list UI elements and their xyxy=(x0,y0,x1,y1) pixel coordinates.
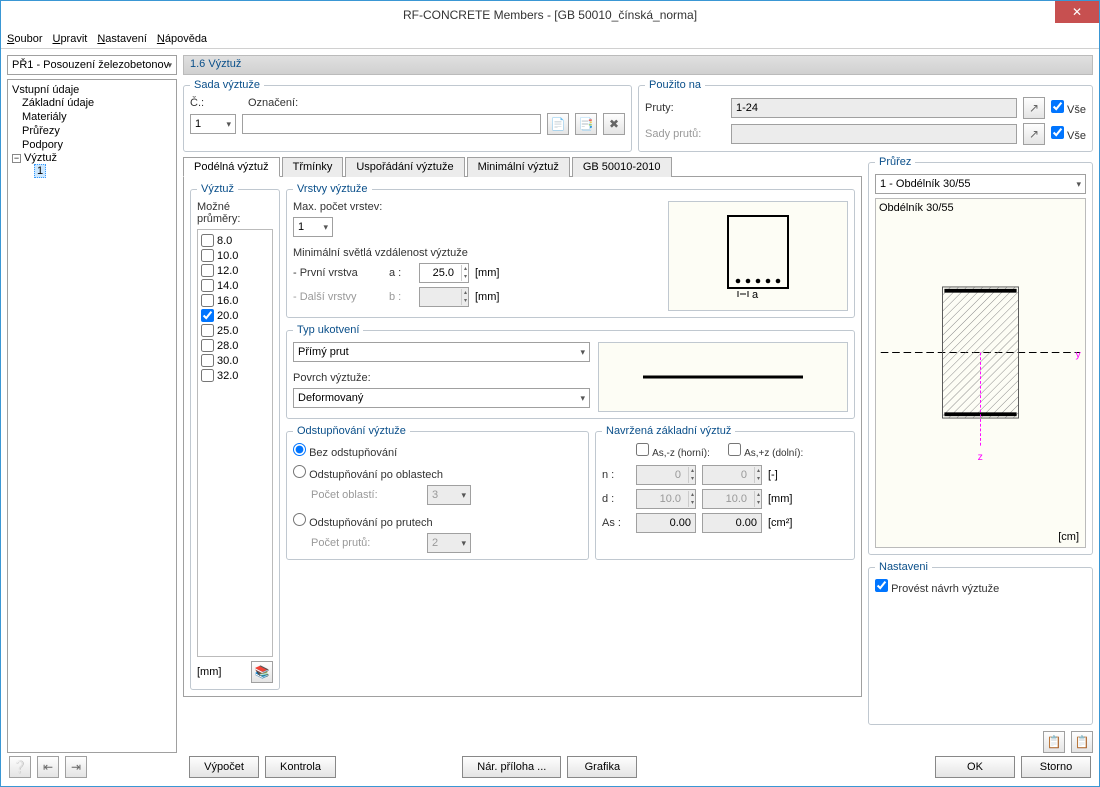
zones-count: 3 xyxy=(427,485,471,505)
menu-edit[interactable]: Upravit xyxy=(52,33,87,45)
tab-layout[interactable]: Uspořádání výztuže xyxy=(345,157,464,177)
copy-icon[interactable]: 📑 xyxy=(575,113,597,135)
applied-to-group: Použito na Pruty: ↗ Vše Sady prutů: ↗ Vš… xyxy=(638,79,1093,152)
diameter-item[interactable]: 28.0 xyxy=(201,338,269,353)
menu-bar: Soubor Upravit Nastavení Nápověda xyxy=(1,29,1099,49)
tree-item[interactable]: −Výztuž xyxy=(12,152,172,164)
members-input xyxy=(731,98,1017,118)
reinforcement-set-group: Sada výztuže Č.: Označení: 1 📄 📑 ✖ xyxy=(183,79,632,152)
svg-text:a: a xyxy=(752,289,759,301)
d-top: 10.0 xyxy=(636,489,696,509)
curt-none-radio[interactable]: Bez odstupňování xyxy=(293,443,397,459)
curtailment-group: Odstupňování výztuže Bez odstupňování Od… xyxy=(286,425,589,560)
ok-button[interactable]: OK xyxy=(935,756,1015,778)
diameters-group: Výztuž Možné průměry: 8.0 10.0 12.0 14.0… xyxy=(190,183,280,690)
members-count: 2 xyxy=(427,533,471,553)
diameter-item[interactable]: 30.0 xyxy=(201,353,269,368)
n-bot: 0 xyxy=(702,465,762,485)
tab-longitudinal[interactable]: Podélná výztuž xyxy=(183,157,280,177)
svg-text:y: y xyxy=(1076,349,1082,360)
n-top: 0 xyxy=(636,465,696,485)
tree-root[interactable]: Vstupní údaje xyxy=(12,84,172,96)
pick-members-icon[interactable]: ↗ xyxy=(1023,97,1045,119)
title-bar: RF-CONCRETE Members - [GB 50010_čínská_n… xyxy=(1,1,1099,29)
all-sets-check[interactable]: Vše xyxy=(1051,126,1086,142)
first-layer-spin[interactable]: 25.0 xyxy=(419,263,469,283)
diameter-item[interactable]: 14.0 xyxy=(201,278,269,293)
prev-icon[interactable]: ⇤ xyxy=(37,756,59,778)
tree-item[interactable]: Průřezy xyxy=(12,124,172,138)
max-layers-combo[interactable]: 1 xyxy=(293,217,333,237)
diameter-item[interactable]: 25.0 xyxy=(201,323,269,338)
anchorage-group: Typ ukotvení Přímý prut Povrch výztuže: … xyxy=(286,324,855,419)
anchorage-diagram xyxy=(598,342,848,412)
layers-diagram: a xyxy=(668,201,848,311)
curt-zones-radio[interactable]: Odstupňování po oblastech xyxy=(293,465,443,481)
paste-settings-icon[interactable]: 📋 xyxy=(1071,731,1093,753)
diameter-item[interactable]: 10.0 xyxy=(201,248,269,263)
cancel-button[interactable]: Storno xyxy=(1021,756,1091,778)
set-number-combo[interactable]: 1 xyxy=(190,114,236,134)
cross-section-group: Průřez 1 - Obdélník 30/55 Obdélník 30/55… xyxy=(868,156,1093,555)
navigator-tree[interactable]: Vstupní údaje Základní údaje Materiály P… xyxy=(7,79,177,753)
tab-code[interactable]: GB 50010-2010 xyxy=(572,157,672,177)
diameter-item[interactable]: 32.0 xyxy=(201,368,269,383)
diameter-item[interactable]: 12.0 xyxy=(201,263,269,278)
as-bot: 0.00 xyxy=(702,513,762,533)
provided-group: Navržená základní výztuž As,-z (horní): … xyxy=(595,425,855,560)
svg-text:z: z xyxy=(978,452,983,463)
tree-item[interactable]: Podpory xyxy=(12,138,172,152)
as-bot-check[interactable]: As,+z (dolní): xyxy=(728,443,814,459)
diameters-list[interactable]: 8.0 10.0 12.0 14.0 16.0 20.0 25.0 28.0 3… xyxy=(197,229,273,657)
settings-group: Nastaveni Provést návrh výztuže xyxy=(868,561,1093,725)
tree-item[interactable]: Základní údaje xyxy=(12,96,172,110)
all-members-check[interactable]: Vše xyxy=(1051,100,1086,116)
annex-button[interactable]: Nár. příloha ... xyxy=(462,756,561,778)
other-layers-spin xyxy=(419,287,469,307)
tab-bar: Podélná výztuž Třmínky Uspořádání výztuž… xyxy=(183,156,862,177)
calc-button[interactable]: Výpočet xyxy=(189,756,259,778)
section-combo[interactable]: 1 - Obdélník 30/55 xyxy=(875,174,1086,194)
menu-help[interactable]: Nápověda xyxy=(157,33,207,45)
diameter-item[interactable]: 16.0 xyxy=(201,293,269,308)
layers-group: Vrstvy výztuže Max. počet vrstev: 1 Mini… xyxy=(286,183,855,318)
diameter-item[interactable]: 8.0 xyxy=(201,233,269,248)
lib-icon[interactable]: 📚 xyxy=(251,661,273,683)
section-preview: Obdélník 30/55 y z [cm] xyxy=(875,198,1086,548)
case-selector[interactable]: PŘ1 - Posouzení železobetonov xyxy=(7,55,177,75)
curt-members-radio[interactable]: Odstupňování po prutech xyxy=(293,513,433,529)
tree-item-selected[interactable]: 1 xyxy=(12,164,172,178)
copy-settings-icon[interactable]: 📋 xyxy=(1043,731,1065,753)
d-bot: 10.0 xyxy=(702,489,762,509)
as-top: 0.00 xyxy=(636,513,696,533)
tree-item[interactable]: Materiály xyxy=(12,110,172,124)
surface-combo[interactable]: Deformovaný xyxy=(293,388,590,408)
help-icon[interactable]: ❔ xyxy=(9,756,31,778)
check-button[interactable]: Kontrola xyxy=(265,756,336,778)
tab-minimum[interactable]: Minimální výztuž xyxy=(467,157,570,177)
do-design-check[interactable]: Provést návrh výztuže xyxy=(875,583,999,595)
page-title: 1.6 Výztuž xyxy=(183,55,1093,75)
anchor-type-combo[interactable]: Přímý prut xyxy=(293,342,590,362)
footer-bar: ❔ ⇤ ⇥ Výpočet Kontrola Nár. příloha ... … xyxy=(9,756,1091,778)
tab-stirrups[interactable]: Třmínky xyxy=(282,157,344,177)
diameter-item[interactable]: 20.0 xyxy=(201,308,269,323)
sets-input xyxy=(731,124,1017,144)
pick-sets-icon[interactable]: ↗ xyxy=(1023,123,1045,145)
new-icon[interactable]: 📄 xyxy=(547,113,569,135)
set-description-input[interactable] xyxy=(242,114,541,134)
delete-icon[interactable]: ✖ xyxy=(603,113,625,135)
menu-file[interactable]: Soubor xyxy=(7,33,42,45)
next-icon[interactable]: ⇥ xyxy=(65,756,87,778)
as-top-check[interactable]: As,-z (horní): xyxy=(636,443,722,459)
close-button[interactable]: ✕ xyxy=(1055,1,1099,23)
window-title: RF-CONCRETE Members - [GB 50010_čínská_n… xyxy=(403,8,697,22)
menu-settings[interactable]: Nastavení xyxy=(97,33,147,45)
graphics-button[interactable]: Grafika xyxy=(567,756,637,778)
